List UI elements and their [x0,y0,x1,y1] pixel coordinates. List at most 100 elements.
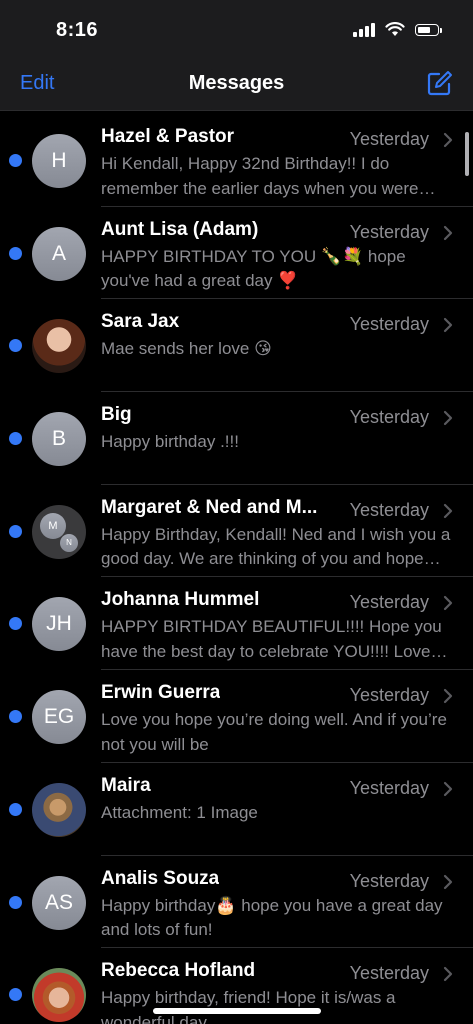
avatar-initials: AS [44,890,73,914]
message-time: Yesterday [349,963,429,984]
page-title: Messages [188,72,285,94]
chevron-right-icon [443,781,453,796]
contact-name: Johanna Hummel [101,589,260,611]
unread-indicator [9,154,22,167]
avatar-initials: EG [43,705,75,729]
avatar-initials: A [51,241,66,265]
avatar-initials: B [51,427,66,451]
conversation-row[interactable]: Sara Jax Yesterday Mae sends her love 😘 [0,299,473,393]
conversation-row[interactable]: Maira Yesterday Attachment: 1 Image [0,763,473,856]
contact-name: Hazel & Pastor [101,126,235,147]
message-preview: Happy birthday .!!! [101,432,239,452]
chevron-right-icon [443,689,453,704]
unread-indicator [9,802,22,816]
status-time: 8:16 [56,19,99,41]
chevron-right-icon [443,596,453,611]
conversation-row[interactable]: EG Erwin Guerra Yesterday Love you hope you… [0,670,473,763]
conversation-row[interactable]: B Big Yesterday Happy birthday .!!! [0,392,473,485]
message-preview: Happy birthday🎂 hope you have a great da… [101,895,443,940]
message-time: Yesterday [349,499,429,520]
avatar-initials: H [51,149,67,172]
avatar[interactable] [32,319,86,374]
unread-indicator [9,246,22,260]
status-bar: 8:16 [0,0,473,62]
home-indicator[interactable] [153,1008,321,1014]
wifi-icon [385,22,405,36]
avatar[interactable] [32,968,86,1023]
group-avatar-member: M [40,512,66,539]
conversation-row[interactable]: A Aunt Lisa (Adam) Yesterday HAPPY BIRTHDAY… [0,207,473,300]
message-time: Yesterday [349,870,429,891]
unread-indicator [9,339,22,353]
unread-indicator [9,617,22,631]
message-time: Yesterday [349,685,429,706]
cellular-signal-icon [353,22,375,37]
avatar[interactable] [32,782,86,837]
group-avatar-member: N [60,533,78,552]
message-time: Yesterday [349,592,429,613]
conversation-content[interactable]: Margaret & Ned and M... Yesterday Happy Bi… [101,485,473,578]
conversation-row[interactable]: M N Margaret & Ned and M... Yesterday Happy … [0,485,473,578]
contact-name: Margaret & Ned and M... [101,496,318,518]
message-time: Yesterday [349,129,429,149]
scroll-indicator[interactable] [465,132,469,176]
conversation-row[interactable]: JH Johanna Hummel Yesterday HAPPY BIRTHDAY … [0,577,473,671]
conversation-content[interactable]: Johanna Hummel Yesterday HAPPY BIRTHDAY BE… [101,577,473,671]
battery-level [418,26,430,33]
chevron-right-icon [443,967,453,982]
chevron-right-icon [443,503,453,518]
message-preview: HAPPY BIRTHDAY BEAUTIFUL!!!! Hope you ha… [101,617,442,661]
chevron-right-icon [443,874,453,889]
message-preview: Happy Birthday, Kendall! Ned and I wish … [101,524,451,569]
message-preview: Love you hope you’re doing well. And if … [101,710,447,754]
message-time: Yesterday [349,314,429,335]
avatar[interactable]: H [32,134,86,188]
message-preview: Mae sends her love 😘 [101,339,272,359]
conversation-content[interactable]: Aunt Lisa (Adam) Yesterday HAPPY BIRTHDAY … [101,207,473,300]
message-preview: Attachment: 1 Image [101,802,258,822]
message-time: Yesterday [349,221,429,242]
message-preview: Happy birthday, friend! Hope it is/was a… [101,988,396,1024]
message-preview: HAPPY BIRTHDAY TO YOU 🍾💐 hope you've had… [101,246,406,291]
contact-name: Aunt Lisa (Adam) [101,218,259,240]
chevron-right-icon [443,132,453,148]
avatar[interactable]: AS [32,875,86,930]
contact-name: Big [101,404,132,426]
contact-name: Maira [101,774,151,796]
battery-icon [415,23,442,36]
message-time: Yesterday [349,777,429,798]
conversation-content[interactable]: Hazel & Pastor Yesterday Hi Kendall, Happ… [101,114,473,207]
conversation-content[interactable]: Big Yesterday Happy birthday .!!! [101,392,473,485]
avatar[interactable]: EG [32,690,86,745]
avatar[interactable]: MN [32,504,86,559]
unread-indicator [9,524,22,538]
compose-icon[interactable] [425,70,453,98]
unread-indicator [9,710,22,724]
contact-name: Erwin Guerra [101,682,221,704]
unread-indicator [9,895,22,909]
conversation-row[interactable]: H Hazel & Pastor Yesterday Hi Kendall, Hap… [0,114,473,207]
contact-name: Rebecca Hofland [101,960,256,982]
avatar[interactable]: B [32,412,86,467]
unread-indicator [9,988,22,1002]
chevron-right-icon [443,225,453,240]
contact-name: Analis Souza [101,867,220,889]
chevron-right-icon [443,410,453,426]
status-icons [353,22,442,37]
message-time: Yesterday [349,407,429,428]
messages-screen: 8:16 Edit Messages H Hazel & Pastor Yester… [0,0,473,1024]
conversation-content[interactable]: Sara Jax Yesterday Mae sends her love 😘 [101,299,473,393]
avatar-initials: JH [46,612,72,636]
unread-indicator [9,432,22,446]
conversation-content[interactable]: Erwin Guerra Yesterday Love you hope you’r… [101,670,473,763]
conversation-content[interactable]: Analis Souza Yesterday Happy birthday🎂 hop… [101,856,473,949]
conversation-list[interactable]: H Hazel & Pastor Yesterday Hi Kendall, Hap… [0,114,473,1024]
conversation-content[interactable]: Maira Yesterday Attachment: 1 Image [101,763,473,856]
navigation-bar: Edit Messages [0,62,473,111]
contact-name: Sara Jax [101,311,180,333]
avatar[interactable]: A [32,226,86,281]
conversation-row[interactable]: AS Analis Souza Yesterday Happy birthday🎂 h… [0,856,473,949]
avatar[interactable]: JH [32,597,86,652]
chevron-right-icon [443,318,453,333]
message-preview: Hi Kendall, Happy 32nd Birthday!! I do r… [101,154,419,198]
